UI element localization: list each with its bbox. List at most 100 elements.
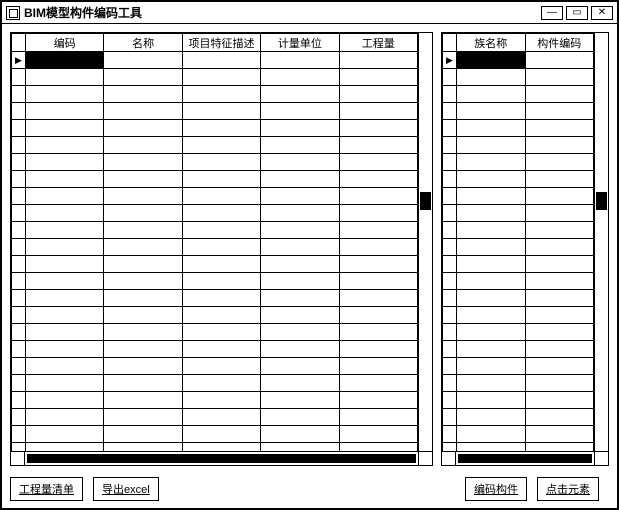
grid-cell[interactable] (26, 69, 104, 86)
grid-cell[interactable] (339, 290, 417, 307)
row-header-corner[interactable] (443, 34, 457, 52)
grid-cell[interactable] (261, 256, 339, 273)
grid-cell[interactable] (525, 273, 594, 290)
row-header[interactable] (12, 324, 26, 341)
grid-cell[interactable] (182, 358, 260, 375)
grid-cell[interactable] (104, 86, 182, 103)
grid-cell[interactable] (339, 137, 417, 154)
grid-cell[interactable] (261, 120, 339, 137)
grid-cell[interactable] (339, 52, 417, 69)
grid-cell[interactable] (182, 324, 260, 341)
column-header[interactable]: 构件编码 (525, 34, 594, 52)
grid-cell[interactable] (26, 409, 104, 426)
row-header[interactable] (443, 137, 457, 154)
row-header[interactable] (443, 409, 457, 426)
grid-cell[interactable] (339, 171, 417, 188)
row-header[interactable] (443, 256, 457, 273)
row-header[interactable] (12, 443, 26, 452)
row-header[interactable] (443, 86, 457, 103)
grid-cell[interactable] (525, 443, 594, 452)
right-hscrollbar[interactable] (442, 451, 608, 465)
grid-cell[interactable] (457, 443, 526, 452)
grid-cell[interactable] (457, 69, 526, 86)
row-header[interactable] (443, 273, 457, 290)
grid-cell[interactable] (261, 307, 339, 324)
right-vscrollbar[interactable] (594, 33, 608, 451)
bill-of-quantities-button[interactable]: 工程量清单 (10, 477, 83, 501)
grid-cell[interactable] (261, 222, 339, 239)
left-vscroll-thumb[interactable] (420, 192, 431, 210)
grid-cell[interactable] (104, 103, 182, 120)
grid-cell[interactable] (182, 409, 260, 426)
grid-cell[interactable] (339, 273, 417, 290)
grid-cell[interactable] (182, 307, 260, 324)
grid-cell[interactable] (339, 86, 417, 103)
grid-cell[interactable] (104, 290, 182, 307)
grid-cell[interactable] (26, 171, 104, 188)
grid-cell[interactable] (182, 239, 260, 256)
grid-cell[interactable] (457, 256, 526, 273)
grid-cell[interactable] (457, 205, 526, 222)
row-header[interactable] (12, 341, 26, 358)
column-header[interactable]: 族名称 (457, 34, 526, 52)
grid-cell[interactable] (261, 290, 339, 307)
maximize-button[interactable]: ▭ (566, 6, 588, 20)
row-header[interactable] (443, 443, 457, 452)
encode-component-button[interactable]: 编码构件 (465, 477, 527, 501)
grid-cell[interactable] (457, 52, 526, 69)
grid-cell[interactable] (525, 256, 594, 273)
grid-cell[interactable] (182, 256, 260, 273)
grid-cell[interactable] (26, 222, 104, 239)
grid-cell[interactable] (525, 205, 594, 222)
grid-cell[interactable] (26, 307, 104, 324)
grid-cell[interactable] (104, 443, 182, 452)
grid-cell[interactable] (525, 409, 594, 426)
grid-cell[interactable] (261, 188, 339, 205)
grid-cell[interactable] (339, 409, 417, 426)
grid-cell[interactable] (104, 426, 182, 443)
left-hscrollbar[interactable] (11, 451, 432, 465)
row-header[interactable] (443, 341, 457, 358)
row-header[interactable] (12, 358, 26, 375)
grid-cell[interactable] (104, 256, 182, 273)
grid-cell[interactable] (104, 375, 182, 392)
row-header[interactable] (443, 120, 457, 137)
grid-cell[interactable] (525, 222, 594, 239)
grid-cell[interactable] (104, 324, 182, 341)
grid-cell[interactable] (525, 120, 594, 137)
grid-cell[interactable] (104, 137, 182, 154)
grid-cell[interactable] (457, 290, 526, 307)
grid-cell[interactable] (182, 103, 260, 120)
left-grid[interactable]: 编码名称项目特征描述计量单位工程量▶ (11, 33, 418, 451)
titlebar[interactable]: BIM模型构件编码工具 — ▭ ✕ (2, 2, 617, 24)
grid-cell[interactable] (182, 86, 260, 103)
grid-cell[interactable] (261, 443, 339, 452)
grid-cell[interactable] (104, 69, 182, 86)
grid-cell[interactable] (457, 188, 526, 205)
grid-cell[interactable] (261, 154, 339, 171)
grid-cell[interactable] (104, 409, 182, 426)
row-header[interactable] (12, 290, 26, 307)
grid-cell[interactable] (525, 341, 594, 358)
grid-cell[interactable] (104, 154, 182, 171)
grid-cell[interactable] (26, 273, 104, 290)
grid-cell[interactable] (457, 171, 526, 188)
left-vscrollbar[interactable] (418, 33, 432, 451)
column-header[interactable]: 编码 (26, 34, 104, 52)
grid-cell[interactable] (104, 188, 182, 205)
grid-cell[interactable] (261, 69, 339, 86)
grid-cell[interactable] (457, 426, 526, 443)
row-header[interactable] (443, 239, 457, 256)
grid-cell[interactable] (26, 392, 104, 409)
grid-cell[interactable] (26, 256, 104, 273)
right-vscroll-thumb[interactable] (596, 192, 607, 210)
row-header[interactable] (443, 375, 457, 392)
left-hscroll-thumb[interactable] (27, 454, 416, 463)
grid-cell[interactable] (182, 375, 260, 392)
grid-cell[interactable] (457, 324, 526, 341)
row-header[interactable] (12, 188, 26, 205)
grid-cell[interactable] (261, 392, 339, 409)
grid-cell[interactable] (104, 273, 182, 290)
grid-cell[interactable] (104, 52, 182, 69)
grid-cell[interactable] (525, 52, 594, 69)
